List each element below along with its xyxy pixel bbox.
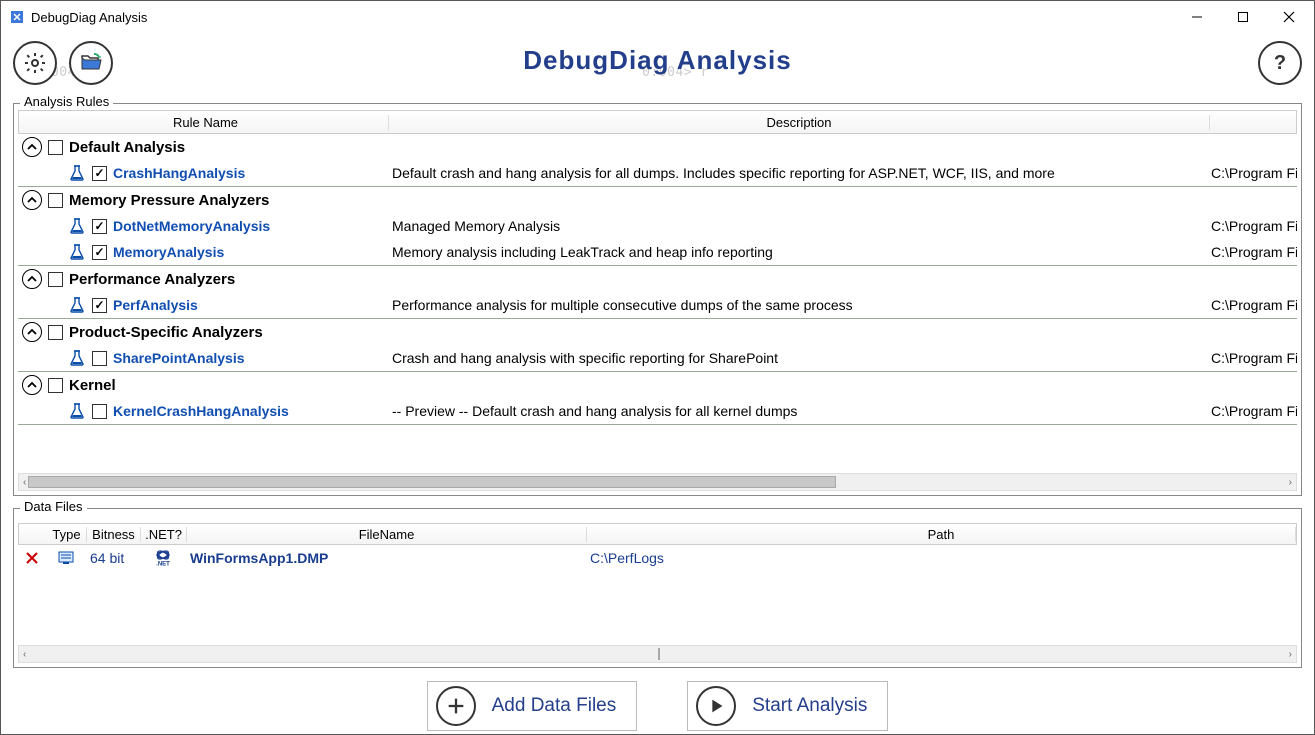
rule-row[interactable]: SharePointAnalysis Crash and hang analysi… — [18, 345, 1297, 371]
files-horizontal-scrollbar[interactable]: ‹ › — [18, 645, 1297, 663]
collapse-icon[interactable] — [22, 190, 42, 210]
banner-title: DebugDiag Analysis — [523, 45, 791, 76]
rule-name-link[interactable]: CrashHangAnalysis — [113, 165, 245, 181]
rule-name-link[interactable]: KernelCrashHangAnalysis — [113, 403, 289, 419]
titlebar: DebugDiag Analysis — [1, 1, 1314, 33]
rule-description: Memory analysis including LeakTrack and … — [388, 244, 1211, 260]
rule-checkbox[interactable] — [92, 404, 107, 419]
rule-name-link[interactable]: SharePointAnalysis — [113, 350, 245, 366]
flask-icon — [68, 164, 86, 182]
app-icon — [9, 9, 25, 25]
rule-name-link[interactable]: PerfAnalysis — [113, 297, 198, 313]
rule-row[interactable]: KernelCrashHangAnalysis -- Preview -- De… — [18, 398, 1297, 424]
rule-row[interactable]: DotNetMemoryAnalysis Managed Memory Analy… — [18, 213, 1297, 239]
rule-path: C:\Program Fi — [1211, 244, 1297, 260]
files-col-net[interactable]: .NET? — [141, 527, 187, 542]
files-col-path[interactable]: Path — [587, 527, 1296, 542]
flask-icon — [68, 402, 86, 420]
settings-button[interactable] — [13, 41, 57, 85]
group-name: Kernel — [69, 377, 116, 394]
rule-checkbox[interactable] — [92, 219, 107, 234]
close-button[interactable] — [1266, 2, 1312, 32]
start-analysis-button[interactable]: Start Analysis — [687, 681, 888, 731]
rule-group-header[interactable]: Memory Pressure Analyzers — [18, 187, 1297, 213]
rule-path: C:\Program Fi — [1211, 350, 1297, 366]
rule-name-link[interactable]: DotNetMemoryAnalysis — [113, 218, 270, 234]
rule-row[interactable]: MemoryAnalysis Memory analysis including … — [18, 239, 1297, 265]
rule-description: Performance analysis for multiple consec… — [388, 297, 1211, 313]
play-icon — [696, 686, 736, 726]
banner: 0:004> r 0:004> r eax=024cca00 ebx=024cc… — [1, 33, 1314, 93]
data-files-label: Data Files — [20, 499, 87, 514]
add-data-files-button[interactable]: Add Data Files — [427, 681, 638, 731]
collapse-icon[interactable] — [22, 269, 42, 289]
flask-icon — [68, 349, 86, 367]
group-checkbox[interactable] — [48, 378, 63, 393]
bottom-toolbar: Add Data Files Start Analysis — [1, 678, 1314, 734]
rule-description: Default crash and hang analysis for all … — [388, 165, 1211, 181]
group-checkbox[interactable] — [48, 193, 63, 208]
flask-icon — [68, 217, 86, 235]
files-header: Type Bitness .NET? FileName Path — [18, 523, 1297, 545]
file-net-icon: .NET — [140, 549, 186, 567]
collapse-icon[interactable] — [22, 375, 42, 395]
file-delete-button[interactable] — [18, 552, 46, 564]
open-folder-button[interactable] — [69, 41, 113, 85]
maximize-button[interactable] — [1220, 2, 1266, 32]
rules-horizontal-scrollbar[interactable]: ‹ › — [18, 473, 1297, 491]
window-title: DebugDiag Analysis — [31, 10, 147, 25]
start-analysis-label: Start Analysis — [752, 695, 867, 717]
flask-icon — [68, 243, 86, 261]
group-checkbox[interactable] — [48, 325, 63, 340]
file-type-icon — [46, 549, 86, 567]
rule-checkbox[interactable] — [92, 351, 107, 366]
svg-text:.NET: .NET — [156, 562, 170, 568]
file-name-link[interactable]: WinFormsApp1.DMP — [190, 550, 328, 566]
svg-text:?: ? — [1274, 52, 1286, 74]
rule-checkbox[interactable] — [92, 245, 107, 260]
flask-icon — [68, 296, 86, 314]
rule-path: C:\Program Fi — [1211, 403, 1297, 419]
rule-row[interactable]: CrashHangAnalysis Default crash and hang … — [18, 160, 1297, 186]
group-name: Memory Pressure Analyzers — [69, 192, 269, 209]
rule-checkbox[interactable] — [92, 298, 107, 313]
rule-description: Managed Memory Analysis — [388, 218, 1211, 234]
rule-checkbox[interactable] — [92, 166, 107, 181]
rule-group-header[interactable]: Default Analysis — [18, 134, 1297, 160]
rule-row[interactable]: PerfAnalysis Performance analysis for mul… — [18, 292, 1297, 318]
file-path: C:\PerfLogs — [586, 550, 1297, 566]
help-button[interactable]: ? — [1258, 41, 1302, 85]
collapse-icon[interactable] — [22, 137, 42, 157]
analysis-rules-label: Analysis Rules — [20, 94, 113, 109]
group-name: Performance Analyzers — [69, 271, 235, 288]
group-checkbox[interactable] — [48, 140, 63, 155]
rules-col-name[interactable]: Rule Name — [19, 115, 389, 130]
rule-group-header[interactable]: Kernel — [18, 372, 1297, 398]
rule-description: Crash and hang analysis with specific re… — [388, 350, 1211, 366]
files-col-filename[interactable]: FileName — [187, 527, 587, 542]
files-col-bitness[interactable]: Bitness — [87, 527, 141, 542]
plus-icon — [436, 686, 476, 726]
group-name: Product-Specific Analyzers — [69, 324, 263, 341]
group-checkbox[interactable] — [48, 272, 63, 287]
rules-header: Rule Name Description — [18, 110, 1297, 134]
file-bitness: 64 bit — [86, 550, 140, 566]
files-col-type[interactable]: Type — [47, 527, 87, 542]
rule-path: C:\Program Fi — [1211, 165, 1297, 181]
file-row[interactable]: 64 bit .NET WinFormsApp1.DMP C:\PerfLogs — [18, 545, 1297, 571]
rule-description: -- Preview -- Default crash and hang ana… — [388, 403, 1211, 419]
rule-name-link[interactable]: MemoryAnalysis — [113, 244, 224, 260]
rule-group-header[interactable]: Performance Analyzers — [18, 266, 1297, 292]
minimize-button[interactable] — [1174, 2, 1220, 32]
group-name: Default Analysis — [69, 139, 185, 156]
add-data-files-label: Add Data Files — [492, 695, 617, 717]
analysis-rules-section: Analysis Rules Rule Name Description Def… — [13, 103, 1302, 496]
rule-path: C:\Program Fi — [1211, 218, 1297, 234]
data-files-section: Data Files Type Bitness .NET? FileName P… — [13, 508, 1302, 668]
collapse-icon[interactable] — [22, 322, 42, 342]
rule-group-header[interactable]: Product-Specific Analyzers — [18, 319, 1297, 345]
rule-path: C:\Program Fi — [1211, 297, 1297, 313]
rules-col-desc[interactable]: Description — [389, 115, 1210, 130]
